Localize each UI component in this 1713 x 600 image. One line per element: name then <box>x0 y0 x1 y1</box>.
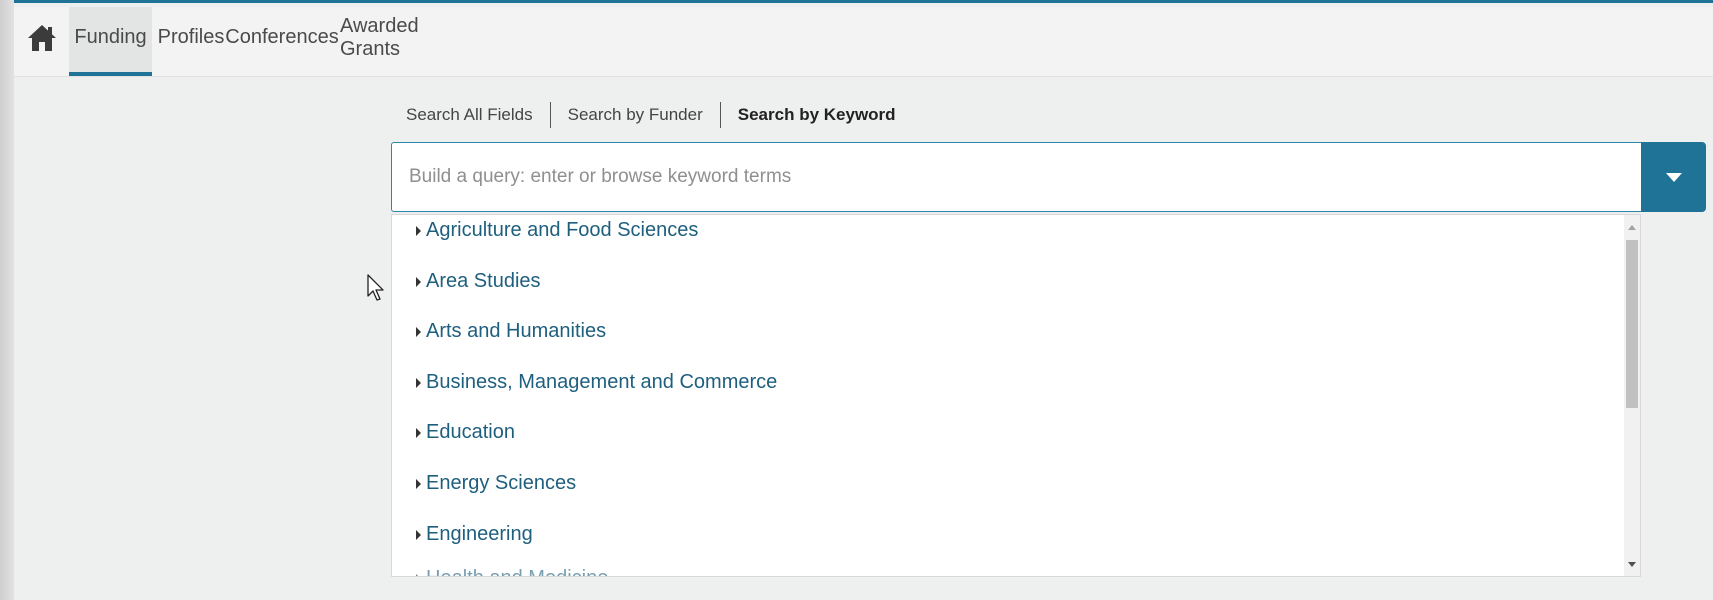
expand-arrow-icon[interactable] <box>416 377 421 388</box>
top-navigation: Funding Profiles Conferences Awarded Gra… <box>14 7 1713 77</box>
expand-arrow-icon[interactable] <box>416 529 421 540</box>
keyword-item-business[interactable]: Business, Management and Commerce <box>416 371 777 394</box>
expand-arrow-icon[interactable] <box>416 427 421 438</box>
home-button[interactable] <box>26 21 58 55</box>
keyword-label: Health and Medicine <box>426 567 608 576</box>
keyword-item-education[interactable]: Education <box>416 421 515 444</box>
expand-arrow-icon[interactable] <box>416 225 421 236</box>
expand-arrow-icon[interactable] <box>416 276 421 287</box>
mouse-cursor-icon <box>367 274 384 301</box>
expand-arrow-icon[interactable] <box>416 478 421 489</box>
caret-down-icon <box>1665 173 1682 182</box>
keyword-label: Agriculture and Food Sciences <box>426 219 699 241</box>
keyword-label: Arts and Humanities <box>426 320 607 342</box>
home-icon <box>28 25 56 51</box>
nav-tab-awarded-grants[interactable]: Awarded Grants <box>340 7 470 76</box>
nav-tab-profiles[interactable]: Profiles <box>158 7 225 76</box>
keyword-item-engineering[interactable]: Engineering <box>416 523 533 546</box>
scroll-up-arrow-icon[interactable] <box>1628 225 1636 230</box>
keyword-dropdown-button[interactable] <box>1641 142 1706 212</box>
window-edge <box>0 0 14 600</box>
nav-tab-funding[interactable]: Funding <box>69 7 152 76</box>
panel-scrollbar[interactable] <box>1624 215 1640 576</box>
expand-arrow-icon[interactable] <box>416 573 421 576</box>
scroll-thumb[interactable] <box>1626 240 1638 408</box>
search-tab-by-keyword[interactable]: Search by Keyword <box>721 103 913 127</box>
expand-arrow-icon[interactable] <box>416 326 421 337</box>
keyword-item-arts-humanities[interactable]: Arts and Humanities <box>416 320 606 343</box>
keyword-item-energy-sciences[interactable]: Energy Sciences <box>416 472 576 495</box>
keyword-item-health-medicine[interactable]: Health and Medicine <box>416 567 608 576</box>
search-tab-all-fields[interactable]: Search All Fields <box>392 103 550 127</box>
keyword-dropdown-panel: Agriculture and Food Sciences Area Studi… <box>391 214 1641 577</box>
keyword-label: Education <box>426 421 515 443</box>
keyword-item-agriculture[interactable]: Agriculture and Food Sciences <box>416 219 698 242</box>
search-tab-by-funder[interactable]: Search by Funder <box>551 103 720 127</box>
scroll-down-arrow-icon[interactable] <box>1628 562 1636 567</box>
nav-tab-conferences[interactable]: Conferences <box>225 7 338 76</box>
keyword-query-input[interactable] <box>392 143 1632 211</box>
query-box <box>391 142 1641 212</box>
search-mode-tabs: Search All Fields Search by Funder Searc… <box>392 100 913 130</box>
keyword-label: Business, Management and Commerce <box>426 371 778 393</box>
keyword-label: Area Studies <box>426 270 541 292</box>
keyword-item-area-studies[interactable]: Area Studies <box>416 270 541 293</box>
keyword-label: Engineering <box>426 523 533 545</box>
keyword-label: Energy Sciences <box>426 472 577 494</box>
